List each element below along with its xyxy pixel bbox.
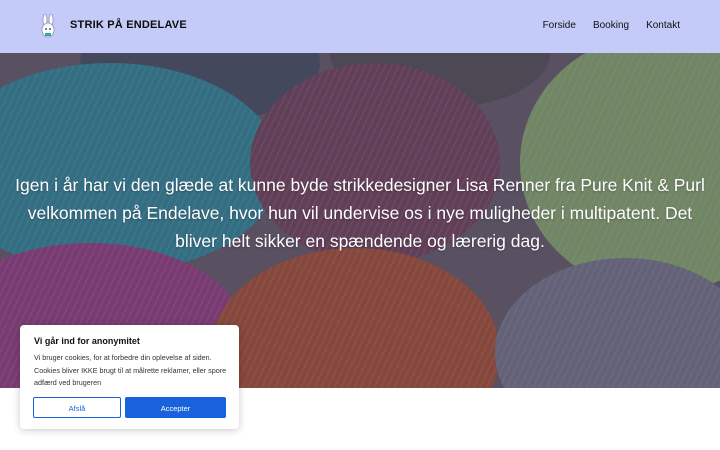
site-header: STRIK PÅ ENDELAVE Forside Booking Kontak… bbox=[0, 0, 720, 53]
nav-item-booking[interactable]: Booking bbox=[593, 20, 629, 31]
nav-item-forside[interactable]: Forside bbox=[543, 20, 576, 31]
main-nav: Forside Booking Kontakt bbox=[543, 20, 680, 31]
accept-button[interactable]: Accepter bbox=[125, 397, 226, 418]
cookie-banner: Vi går ind for anonymitet Vi bruger cook… bbox=[20, 325, 239, 429]
nav-item-kontakt[interactable]: Kontakt bbox=[646, 20, 680, 31]
hero-text: Igen i år har vi den glæde at kunne byde… bbox=[15, 175, 705, 251]
site-title[interactable]: STRIK PÅ ENDELAVE bbox=[70, 19, 187, 31]
bunny-logo-icon[interactable] bbox=[38, 14, 58, 38]
cookie-text: Vi bruger cookies, for at forbedre din o… bbox=[34, 353, 227, 387]
reject-button[interactable]: Afslå bbox=[33, 397, 121, 418]
cookie-title: Vi går ind for anonymitet bbox=[34, 336, 140, 346]
